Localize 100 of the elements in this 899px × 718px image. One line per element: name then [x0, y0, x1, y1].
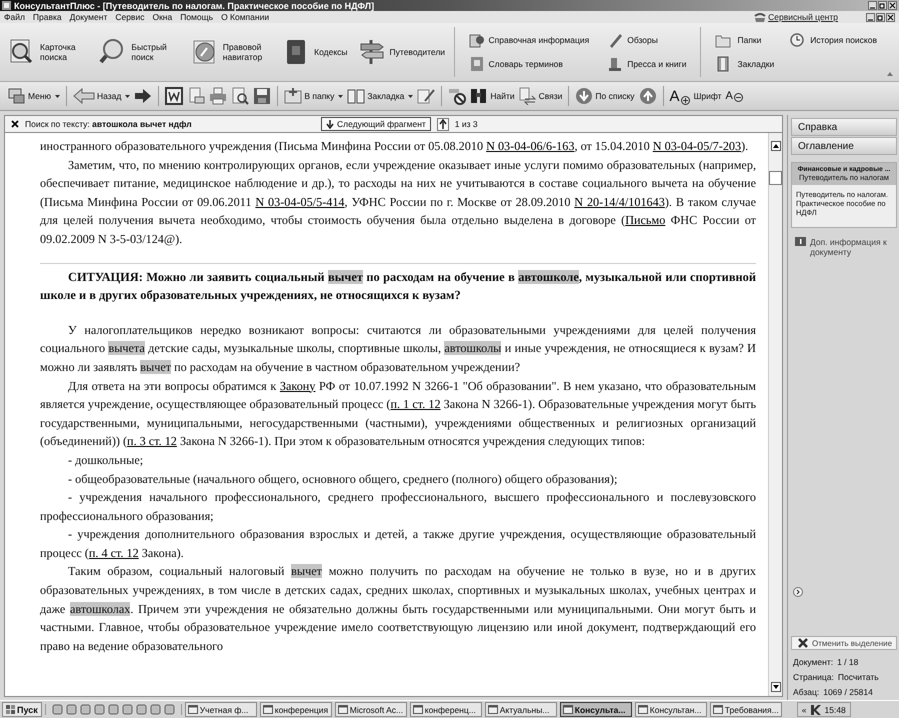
font-decrease-button[interactable]: A — [726, 90, 743, 102]
stat-value: 1 / 18 — [837, 657, 858, 667]
info-icon — [795, 237, 806, 246]
panel-tab[interactable]: Справка — [791, 118, 897, 136]
document-link[interactable]: п. 4 ст. 12 — [88, 546, 139, 560]
menu-item[interactable]: Файл — [4, 12, 25, 22]
document-link[interactable]: N 03-04-05/7-203 — [652, 139, 742, 153]
document-link[interactable]: Письмо — [625, 213, 666, 228]
service-center-link[interactable]: Сервисный центр — [768, 12, 838, 22]
taskbar-button[interactable]: Учетная ф... — [184, 702, 257, 717]
taskbar-button[interactable]: Консультан... — [634, 702, 707, 717]
panel-tab[interactable]: Оглавление — [791, 137, 897, 155]
caret-icon[interactable] — [54, 94, 60, 98]
document-link[interactable]: N 20-14/4/101643 — [574, 194, 665, 209]
scrollbar-thumb[interactable] — [769, 171, 782, 185]
print-icon[interactable] — [209, 87, 228, 105]
back-button[interactable]: Назад — [72, 87, 122, 105]
quick-launch-icon[interactable] — [108, 704, 119, 715]
ribbon-button[interactable]: История поисков — [788, 32, 877, 48]
taskbar-button[interactable]: Microsoft Ac... — [334, 702, 407, 717]
quick-launch-icon[interactable] — [52, 704, 63, 715]
to-folder-button[interactable]: В папку — [284, 87, 334, 105]
window-icon — [412, 704, 423, 715]
search-highlight: вычет — [328, 270, 363, 284]
taskbar-button[interactable]: конференц... — [410, 702, 482, 717]
quick-launch-icon[interactable] — [136, 704, 147, 715]
ribbon-button[interactable]: Карточка поиска — [8, 38, 90, 66]
ribbon-button[interactable]: Правовой навигатор — [190, 38, 272, 66]
quick-launch-icon[interactable] — [150, 704, 161, 715]
close-icon[interactable] — [886, 12, 895, 22]
extra-info-link[interactable]: Доп. информация к документу — [810, 237, 895, 257]
close-icon[interactable] — [11, 120, 19, 128]
tray-expand-button[interactable]: « — [802, 704, 806, 714]
search-highlight: вычета — [108, 341, 145, 356]
word-icon[interactable] — [165, 87, 184, 105]
document-link[interactable]: N 03-04-05/5-414 — [255, 194, 345, 209]
ribbon-button[interactable]: Словарь терминов — [468, 56, 590, 72]
caret-icon[interactable] — [408, 94, 414, 98]
quick-launch-icon[interactable] — [122, 704, 133, 715]
document-paragraph: - учреждения дополнительного образования взрослых и детей, а также другие учреждения, осуществляющие образовательный процесс (п. 4 ст. 12 Закона). — [40, 526, 756, 562]
document-paragraph: Таким образом, социальный налоговый вычет можно получить по расходам на обучение не только в вузе, но и в других образовательных учреждениях, в том числе в детских садах, средних школах, спортивных и музыкальных школах, учебных центрах и даже автошколах. Причем эти учреждения не обязательно должны быть государственными или муниципальными. Они могут быть и частными. Главное, чтобы образовательное учреждение имело соответствующую лицензию или иной документ, подтверждающий его право на ведение образовательного — [40, 563, 756, 655]
document-paragraph: Заметим, что, по мнению контролирующих органов, если учреждение оказывает иные услуги помимо образовательных (например, обеспечивает питание, медицинское наблюдение и др.), то расходы на них не учитываются в составе социального вычета на обучение (Письма Минфина России от 09.06.2011 N 03-04-05/5-414, УФНС России по г. Москве от 28.09.2010 N 20-14/4/101643). В таком случае для целей получения вычета необходимо, чтобы стоимость обучения была отдельно выделена в договоре (Письмо ФНС России от 09.02.2009 N 3-5-03/124@). — [40, 156, 756, 248]
document-link[interactable]: Закону — [280, 378, 316, 393]
window-title: КонсультантПлюс - [Путеводитель по налогам. Практическое пособие по НДФЛ] — [14, 0, 376, 10]
minimize-icon[interactable] — [866, 12, 875, 22]
bookmark-button[interactable]: Закладка — [347, 87, 404, 105]
clear-selection-button[interactable]: Отменить выделение — [791, 636, 897, 650]
document-link[interactable]: п. 1 ст. 12 — [390, 397, 441, 412]
quick-launch-icon[interactable] — [94, 704, 105, 715]
quick-launch-icon[interactable] — [164, 704, 175, 715]
ribbon-button[interactable]: Папки — [715, 32, 774, 48]
ribbon-button[interactable]: Закладки — [715, 56, 774, 72]
quick-launch-icon[interactable] — [80, 704, 91, 715]
taskbar-button[interactable]: Требования... — [710, 702, 782, 717]
caret-icon[interactable] — [338, 94, 344, 98]
scroll-up-icon[interactable] — [770, 141, 780, 151]
menu-button[interactable]: Меню — [8, 87, 51, 105]
edit-note-icon[interactable] — [417, 87, 436, 105]
minimize-icon[interactable] — [868, 1, 877, 10]
find-button[interactable]: Найти — [470, 87, 515, 105]
preview-icon[interactable] — [231, 87, 250, 105]
taskbar-button[interactable]: Консульта... — [560, 702, 632, 717]
stat-label: Документ: — [793, 657, 834, 667]
menu-item[interactable]: Помощь — [180, 12, 214, 22]
font-increase-button[interactable]: A — [670, 88, 690, 104]
menu-item[interactable]: Окна — [152, 12, 172, 22]
expand-icon[interactable] — [793, 587, 803, 597]
save-icon[interactable] — [253, 87, 272, 105]
scroll-down-icon[interactable] — [770, 682, 780, 692]
quick-launch-icon[interactable] — [66, 704, 77, 715]
by-list-button[interactable]: По списку — [575, 87, 635, 105]
next-fragment-button[interactable]: Следующий фрагмент — [321, 117, 431, 131]
document-link[interactable]: N 03-04-06/6-163 — [486, 139, 574, 153]
ribbon-button[interactable]: Быстрый поиск — [99, 38, 181, 66]
close-icon[interactable] — [888, 1, 897, 10]
taskbar-button[interactable]: конференция — [260, 702, 332, 717]
stat-value: 1069 / 25814 — [823, 687, 873, 697]
menu-item[interactable]: Документ — [70, 12, 108, 22]
ribbon-button[interactable]: Справочная информация — [468, 32, 590, 48]
document-link[interactable]: п. 3 ст. 12 — [127, 434, 177, 448]
no-entry-icon[interactable] — [448, 87, 466, 105]
signpost-icon — [358, 38, 386, 66]
links-button[interactable]: Связи — [518, 87, 562, 105]
taskbar-button[interactable]: Актуальны... — [484, 702, 557, 717]
collapse-icon[interactable] — [887, 71, 893, 77]
window-icon — [338, 704, 348, 715]
forward-arrow-icon[interactable] — [134, 87, 152, 105]
menu-item[interactable]: О Компании — [221, 12, 270, 22]
search-highlight: вычет — [291, 564, 322, 578]
ribbon-button[interactable]: Обзоры — [607, 32, 686, 48]
up-arrow-circle-icon[interactable] — [638, 87, 657, 105]
ribbon-button[interactable]: Пресса и книги — [607, 56, 686, 72]
start-button[interactable]: Пуск — [2, 702, 42, 717]
tray-app-icon[interactable] — [810, 704, 822, 716]
ribbon-button[interactable]: Кодексы — [282, 38, 348, 66]
caret-icon[interactable] — [125, 94, 130, 98]
menu-item[interactable]: Правка — [32, 12, 62, 22]
up-arrow-icon[interactable] — [438, 118, 448, 130]
ribbon-button[interactable]: Путеводители — [358, 38, 442, 66]
menu-item[interactable]: Сервис — [115, 12, 144, 22]
